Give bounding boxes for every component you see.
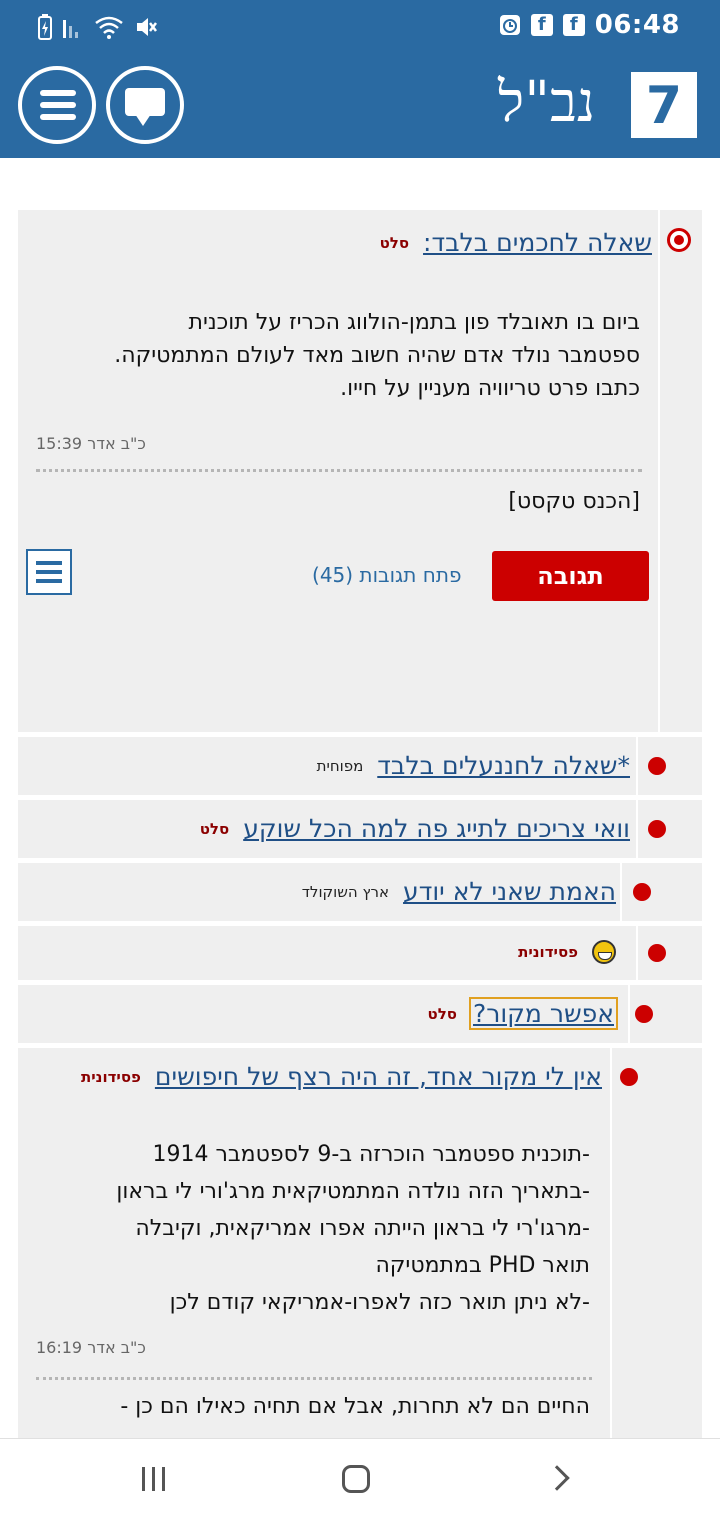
laughing-smiley-icon [592, 940, 616, 964]
reply-title[interactable]: אין לי מקור אחד, זה היה רצף של חיפושים [155, 1062, 602, 1091]
reply-header: וואי צריכים לתייג פה למה הכל שוקע סלט [200, 814, 630, 843]
body-line: כתבו פרט טריוויה מעניין על חייו. [340, 376, 640, 401]
thread-divider [610, 1048, 612, 1438]
reply-header: האמת שאני לא יודע ארץ השוקולד [302, 877, 616, 906]
list-item[interactable]: פסידונית [18, 926, 702, 980]
body-line: -תוכנית ספטמבר הוכרזה ב-9 לספטמבר 1914 [152, 1142, 590, 1167]
reply-author[interactable]: סלט [428, 1005, 457, 1023]
clock: 06:48 [594, 10, 680, 40]
bullet-icon [648, 944, 666, 962]
reply-header: *שאלה לחננעלים בלבד מפוחית [317, 751, 630, 780]
status-icons-left [38, 14, 158, 40]
body-line: תואר PHD במתמטיקה [375, 1253, 590, 1278]
main-post-author[interactable]: סלט [380, 234, 409, 252]
bullet-icon [648, 757, 666, 775]
bullet-icon [620, 1068, 638, 1086]
menu-button[interactable] [18, 66, 96, 144]
list-item[interactable]: האמת שאני לא יודע ארץ השוקולד [18, 863, 702, 921]
reply-button[interactable]: תגובה [492, 551, 649, 601]
separator [36, 1377, 592, 1380]
main-post-header: שאלה לחכמים בלבד: סלט [380, 228, 652, 257]
thread-divider [628, 985, 630, 1043]
bullet-icon [648, 820, 666, 838]
navigation-bar [0, 1438, 720, 1520]
chat-icon [125, 88, 165, 126]
list-view-button[interactable] [26, 549, 72, 595]
reply-title[interactable]: *שאלה לחננעלים בלבד [377, 751, 630, 780]
list-item[interactable]: וואי צריכים לתייג פה למה הכל שוקע סלט [18, 800, 702, 858]
reply-title[interactable]: אפשר מקור? [468, 997, 619, 1030]
body-line: -בתאריך הזה נולדה המתמטיקאית מרג'ורי לי … [116, 1179, 590, 1204]
wifi-icon [95, 16, 123, 39]
chat-button[interactable] [106, 66, 184, 144]
list-item[interactable]: *שאלה לחננעלים בלבד מפוחית [18, 737, 702, 795]
reply-header: אין לי מקור אחד, זה היה רצף של חיפושים פ… [81, 1062, 602, 1091]
reply-timestamp: כ"ב אדר 16:19 [36, 1338, 146, 1357]
recent-apps-icon[interactable] [142, 1467, 165, 1491]
thread-divider [636, 737, 638, 795]
body-line: -לא ניתן תואר כזה לאפרו-אמריקאי קודם לכן [169, 1290, 590, 1315]
reply-title[interactable]: וואי צריכים לתייג פה למה הכל שוקע [243, 814, 630, 843]
facebook-icon: f [562, 14, 585, 36]
reply-author[interactable]: פסידונית [518, 943, 578, 961]
expanded-reply: אין לי מקור אחד, זה היה רצף של חיפושים פ… [18, 1048, 702, 1438]
reply-author[interactable]: פסידונית [81, 1068, 141, 1086]
body-line: ביום בו תאובלד פון בתמן-הולווג הכריז על … [188, 310, 640, 335]
reply-header: פסידונית [518, 940, 616, 964]
reply-title[interactable]: האמת שאני לא יודע [403, 877, 616, 906]
main-post-timestamp: כ"ב אדר 15:39 [36, 434, 146, 453]
text-input[interactable]: [הכנס טקסט] [240, 485, 640, 518]
logo-text[interactable]: נב"ל [498, 70, 595, 135]
main-post-title[interactable]: שאלה לחכמים בלבד: [423, 228, 652, 257]
thread-divider [620, 863, 622, 921]
expanded-bullet-icon[interactable] [667, 228, 691, 252]
body-line: ספטמבר נולד אדם שהיה חשוב מאד לעולם המתמ… [114, 343, 640, 368]
reply-header: אפשר מקור? סלט [428, 997, 619, 1030]
mute-icon [137, 18, 157, 36]
reply-author[interactable]: ארץ השוקולד [302, 883, 389, 901]
back-icon[interactable] [544, 1465, 570, 1491]
open-replies-link[interactable]: פתח תגובות (45) [312, 563, 461, 587]
facebook-icon: f [530, 14, 553, 36]
alarm-icon [499, 15, 520, 35]
signal-icon [63, 20, 78, 38]
bullet-icon [635, 1005, 653, 1023]
main-post-body: ביום בו תאובלד פון בתמן-הולווג הכריז על … [40, 306, 640, 405]
list-item[interactable]: אפשר מקור? סלט [18, 985, 702, 1043]
reply-author[interactable]: מפוחית [317, 757, 364, 775]
status-icons-right: f f 06:48 [499, 10, 680, 40]
body-line: -מרגו'רי לי בראון הייתה אפרו אמריקאית, ו… [135, 1216, 590, 1241]
separator [36, 469, 642, 472]
battery-saver-icon [38, 14, 52, 40]
bullet-icon [633, 883, 651, 901]
reply-author[interactable]: סלט [200, 820, 229, 838]
thread-divider [658, 210, 660, 732]
home-icon[interactable] [342, 1465, 370, 1493]
status-bar: f f 06:48 [0, 0, 720, 56]
thread-divider [636, 800, 638, 858]
main-post: שאלה לחכמים בלבד: סלט ביום בו תאובלד פון… [18, 210, 702, 732]
reply-body: -תוכנית ספטמבר הוכרזה ב-9 לספטמבר 1914 -… [30, 1136, 590, 1321]
logo-icon[interactable]: 7 [631, 72, 697, 138]
reply-signature: החיים הם לא תחרות, אבל אם תחיה כאילו הם … [120, 1394, 590, 1419]
thread-divider [636, 926, 638, 980]
hamburger-icon [40, 90, 76, 126]
app-header: נב"ל 7 [0, 56, 720, 158]
